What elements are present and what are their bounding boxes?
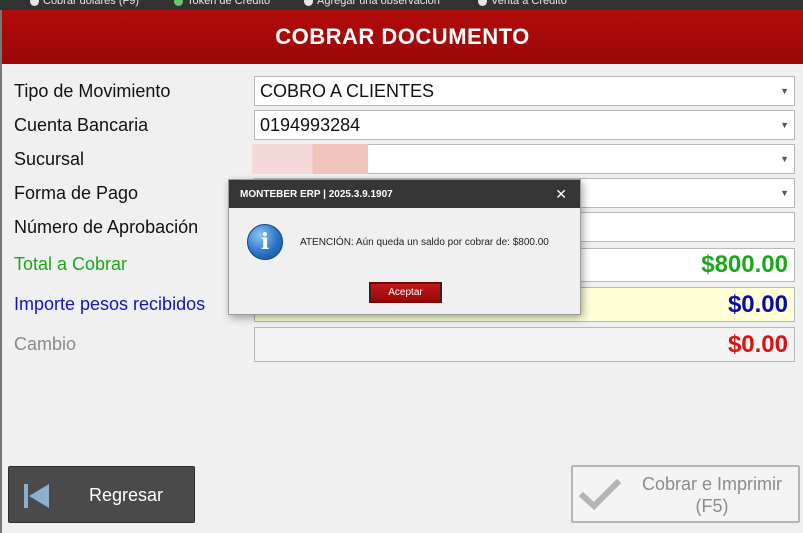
note-icon — [304, 0, 313, 6]
label-importe-recibido: Importe pesos recibidos — [14, 294, 206, 314]
toolbar-token-credito[interactable]: Token de Crédito — [174, 0, 270, 8]
info-icon: i — [247, 224, 283, 260]
cambio-value: $0.00 — [727, 330, 788, 358]
cobrar-imprimir-button[interactable]: Cobrar e Imprimir (F5) — [571, 465, 800, 523]
total-cobrar-value: $800.00 — [701, 251, 788, 278]
top-toolbar: Cobrar dólares (F9) Token de Crédito Agr… — [0, 0, 803, 10]
chevron-down-icon[interactable]: ▼ — [780, 188, 789, 198]
tipo-movimiento-value: COBRO A CLIENTES — [260, 80, 435, 101]
toolbar-label: Cobrar dólares (F9) — [43, 0, 139, 7]
toolbar-label: Agregar una observación — [317, 0, 440, 7]
label-cuenta-bancaria: Cuenta Bancaria — [14, 115, 149, 135]
clock-icon — [478, 0, 487, 6]
label-tipo-movimiento: Tipo de Movimiento — [14, 81, 171, 101]
dollar-icon — [30, 0, 39, 6]
regresar-label: Regresar — [89, 485, 164, 505]
dialog-titlebar: MONTEBER ERP | 2025.3.9.1907 ✕ — [229, 180, 580, 208]
label-numero-aprobacion: Número de Aprobación — [14, 217, 199, 237]
alert-dialog: MONTEBER ERP | 2025.3.9.1907 ✕ i ATENCIÓ… — [228, 179, 581, 315]
cuenta-bancaria-select[interactable]: 0194993284 ▼ — [254, 110, 795, 140]
toolbar-label: Token de Crédito — [187, 0, 271, 7]
aceptar-button[interactable]: Aceptar — [369, 282, 442, 303]
token-icon — [174, 0, 183, 6]
cuenta-bancaria-value: 0194993284 — [260, 114, 361, 135]
skip-back-icon — [24, 484, 52, 508]
cambio-field: $0.00 — [254, 327, 795, 362]
chevron-down-icon[interactable]: ▼ — [780, 86, 789, 96]
tipo-movimiento-select[interactable]: COBRO A CLIENTES ▼ — [254, 76, 795, 106]
window-left-border — [0, 10, 2, 533]
chevron-down-icon[interactable]: ▼ — [780, 120, 789, 130]
dialog-title: MONTEBER ERP | 2025.3.9.1907 — [240, 188, 393, 200]
cobrar-imprimir-label: Cobrar e Imprimir (F5) — [625, 473, 799, 517]
page-header: COBRAR DOCUMENTO — [2, 10, 803, 64]
label-forma-pago: Forma de Pago — [14, 183, 139, 203]
page-title: COBRAR DOCUMENTO — [275, 24, 530, 49]
cobrar-imprimir-line2: (F5) — [695, 496, 729, 516]
redacted-sucursal-value — [252, 144, 368, 174]
importe-recibido-value: $0.00 — [727, 290, 788, 318]
checkmark-icon — [579, 479, 621, 511]
toolbar-cobrar-dolares[interactable]: Cobrar dólares (F9) — [30, 0, 139, 8]
label-cambio: Cambio — [14, 334, 77, 354]
toolbar-venta-credito[interactable]: Venta a Crédito — [478, 0, 567, 8]
chevron-down-icon[interactable]: ▼ — [780, 154, 789, 164]
regresar-button[interactable]: Regresar — [8, 466, 195, 523]
dialog-message: ATENCIÓN: Aún queda un saldo por cobrar … — [300, 237, 549, 248]
label-total-cobrar: Total a Cobrar — [14, 254, 128, 274]
toolbar-agregar-observacion[interactable]: Agregar una observación — [304, 0, 440, 8]
toolbar-label: Venta a Crédito — [491, 0, 567, 7]
close-icon[interactable]: ✕ — [555, 186, 567, 203]
label-sucursal: Sucursal — [14, 149, 85, 169]
cobrar-imprimir-line1: Cobrar e Imprimir — [641, 474, 783, 494]
